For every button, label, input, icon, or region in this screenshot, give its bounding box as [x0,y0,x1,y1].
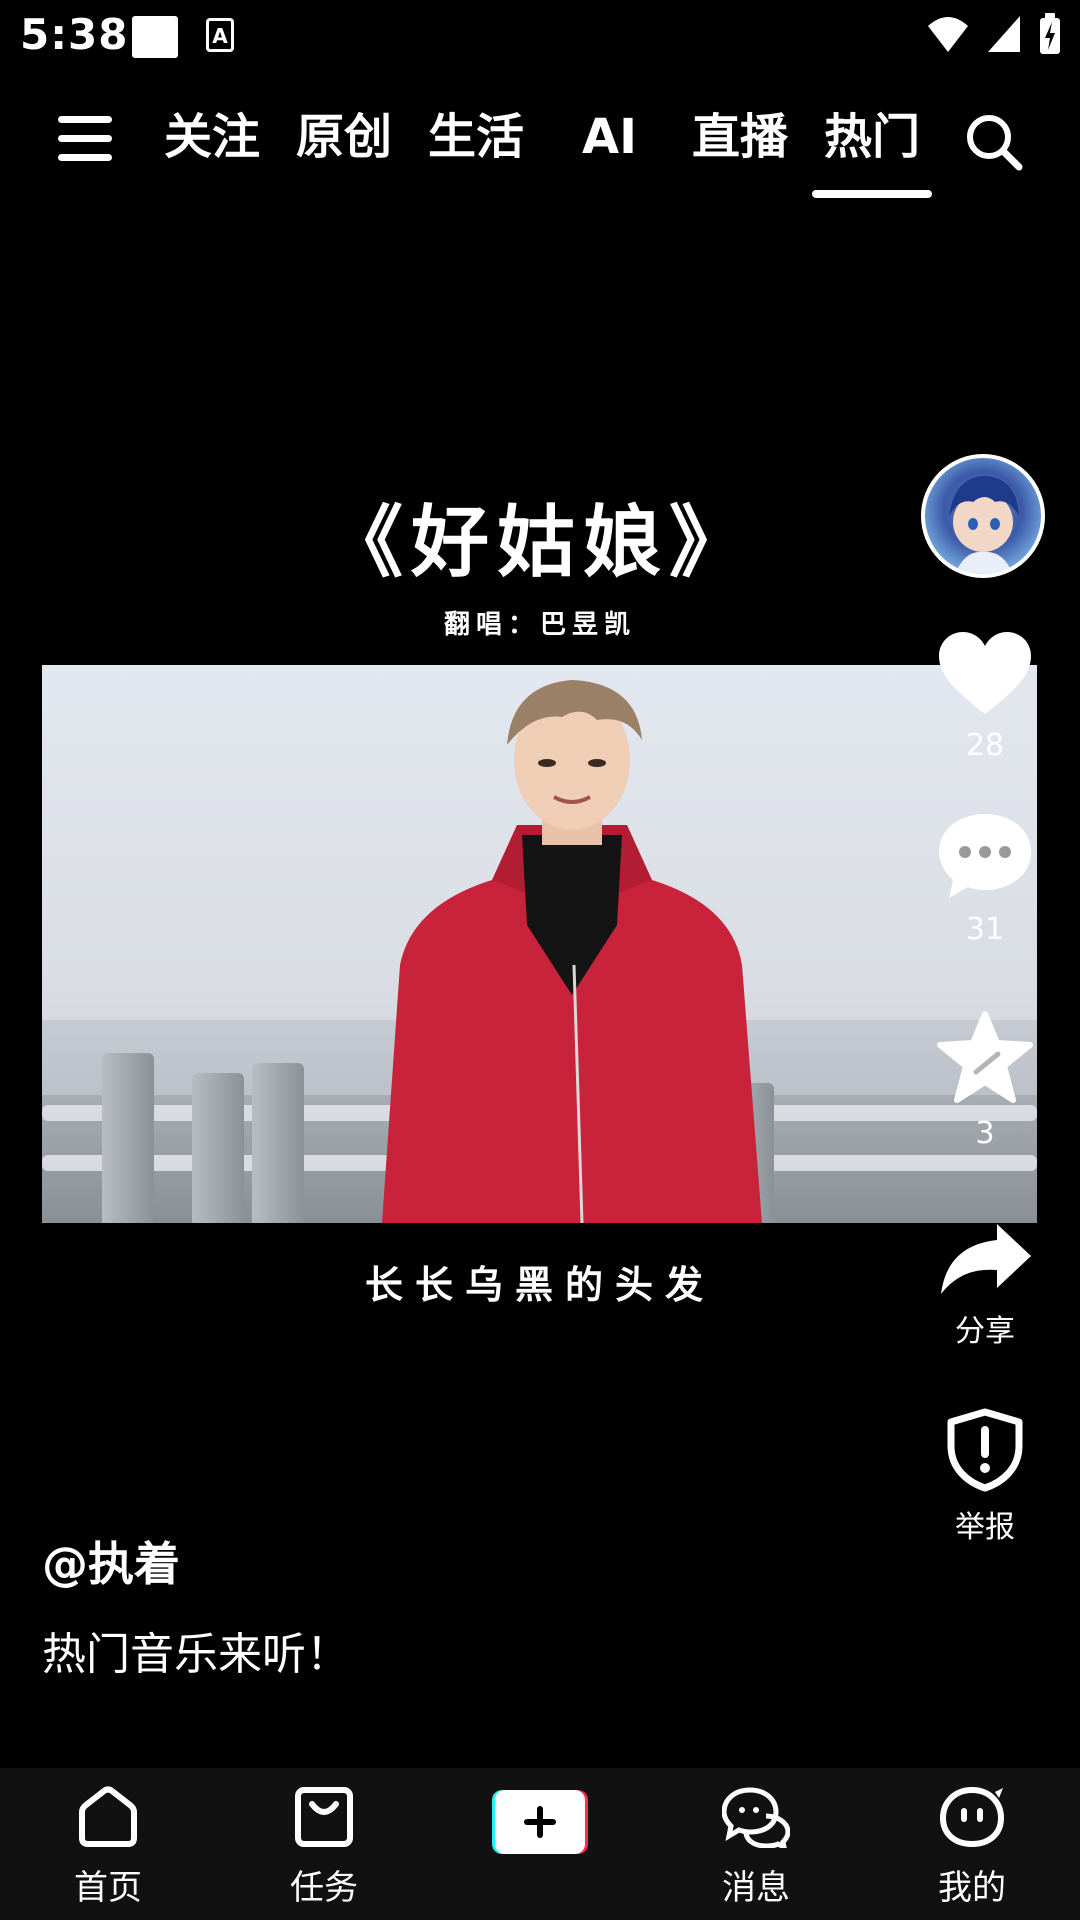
comment-icon[interactable] [937,810,1033,902]
search-icon[interactable] [964,112,1024,172]
signal-icon [988,16,1020,52]
star-icon[interactable] [936,1010,1034,1106]
bottom-nav: 首页 任务 消息 我的 [0,1768,1080,1920]
like-count: 28 [965,728,1005,763]
railing-pillar [102,1053,154,1223]
tab-life[interactable]: 生活 [428,102,524,172]
menu-icon[interactable] [58,116,112,162]
status-bar: 5:38 A [0,0,1080,72]
status-time: 5:38 [20,10,129,59]
tab-original[interactable]: 原创 [296,102,392,172]
shopping-bag-icon [295,1787,353,1847]
notification-square-icon [132,16,178,58]
nav-tasks[interactable]: 任务 [254,1786,394,1909]
home-icon [79,1786,137,1847]
nav-profile-label: 我的 [938,1868,1006,1908]
nav-messages-label: 消息 [722,1868,790,1908]
status-indicators [926,12,1062,56]
author-name[interactable]: @执着 [42,1528,180,1594]
avatar-illustration [949,476,1019,574]
author-avatar[interactable] [921,454,1045,578]
share-action[interactable]: 分享 [920,1220,1050,1350]
comment-count: 31 [965,912,1005,947]
railing-pillar [192,1073,244,1223]
favorite-action[interactable]: 3 [920,1010,1050,1151]
nav-home[interactable]: 首页 [38,1786,178,1909]
tab-follow[interactable]: 关注 [164,102,260,172]
nav-messages[interactable]: 消息 [686,1786,826,1909]
plus-icon [492,1790,588,1854]
share-arrow-icon[interactable] [937,1220,1033,1296]
singer-figure [382,680,762,1223]
battery-icon [1040,13,1060,54]
share-label: 分享 [955,1314,1015,1349]
font-notification-icon: A [206,18,234,52]
profile-face-icon [939,1786,1005,1848]
nav-profile[interactable]: 我的 [902,1786,1042,1909]
post-description: 热门音乐来听！ [42,1629,350,1680]
like-action[interactable]: 28 [920,630,1050,763]
shield-report-icon[interactable] [947,1408,1023,1492]
tab-live[interactable]: 直播 [692,102,788,172]
report-action[interactable]: 举报 [920,1408,1050,1546]
video-cover-credit: 翻唱：巴昱凯 [443,610,636,640]
wifi-icon [928,17,968,52]
favorite-count: 3 [975,1116,995,1151]
create-post-button[interactable] [490,1788,590,1856]
comment-action[interactable]: 31 [920,810,1050,947]
video-song-title: 《好姑娘》 [324,497,755,588]
video-player[interactable] [42,665,1037,1223]
railing-pillar [252,1063,304,1223]
tab-hot[interactable]: 热门 [811,102,933,198]
video-lyric-caption: 长长乌黑的头发 [364,1262,715,1307]
heart-icon[interactable] [937,630,1033,718]
video-feed-screen: 5:38 A 关注 原创 生活 AI 直播 热门 《好姑娘》 翻唱：巴昱凯 长长… [0,0,1080,1920]
tab-ai[interactable]: AI [582,102,637,172]
nav-home-label: 首页 [74,1868,142,1908]
top-category-nav: 关注 原创 生活 AI 直播 热门 [0,90,1080,200]
chat-bubbles-icon [721,1787,791,1852]
nav-tasks-label: 任务 [290,1868,358,1908]
report-label: 举报 [955,1510,1015,1545]
